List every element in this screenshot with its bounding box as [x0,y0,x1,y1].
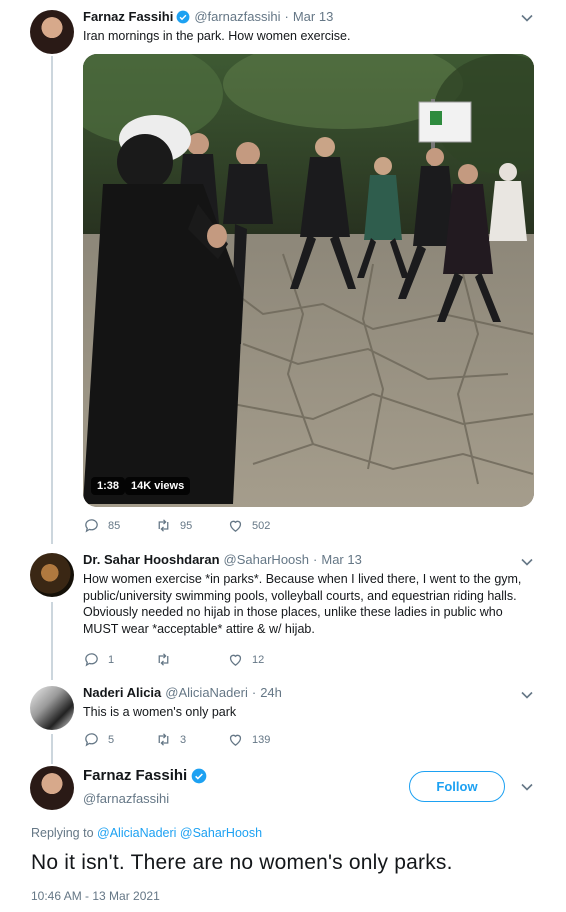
follow-button[interactable]: Follow [409,771,505,802]
retweet-button[interactable] [155,651,227,668]
like-button[interactable]: 12 [227,651,299,668]
tweet-text: This is a women's only park [83,705,237,719]
like-count: 502 [252,519,271,532]
retweet-count: 3 [180,733,187,746]
focused-tweet-text: No it isn't. There are no women's only p… [31,851,453,874]
chevron-down-icon[interactable] [520,688,534,702]
chevron-down-icon[interactable] [520,11,534,25]
avatar[interactable] [30,10,74,54]
author-name[interactable]: Dr. Sahar Hooshdaran [83,552,220,567]
like-icon [229,734,242,746]
video-thumbnail[interactable]: 1:38 14K views [83,54,534,507]
retweet-button[interactable]: 95 [155,517,227,534]
like-icon [229,520,242,532]
video-views: 14K views [125,477,191,495]
tweet-header: Farnaz Fassihi @farnazfassihi · Mar 13 [83,9,333,24]
reply-icon [85,519,98,533]
reply-count: 5 [108,733,115,746]
retweet-button[interactable]: 3 [155,731,227,748]
verified-badge-icon [191,768,207,783]
chevron-down-icon[interactable] [520,780,534,794]
author-handle[interactable]: @farnazfassihi [194,9,280,24]
author-handle[interactable]: @AliciaNaderi [165,685,248,700]
tweet-timestamp[interactable]: 10:46 AM - 13 Mar 2021 [31,889,160,903]
separator: · [284,9,289,24]
tweet-date[interactable]: Mar 13 [321,552,361,567]
tweet-header: Naderi Alicia @AliciaNaderi · 24h [83,685,282,700]
retweet-count: 95 [180,519,193,532]
author-handle[interactable]: @SaharHoosh [224,552,309,567]
like-button[interactable]: 502 [227,517,299,534]
park-scene-image [83,54,534,507]
reply-button[interactable]: 85 [83,517,155,534]
tweet-text: Iran mornings in the park. How women exe… [83,29,351,43]
chevron-down-icon[interactable] [520,555,534,569]
like-count: 139 [252,733,271,746]
reply-count: 85 [108,519,121,532]
thread-line [51,56,53,544]
tweet-actions: 85 95 502 [83,517,299,534]
reply-icon [85,653,98,667]
separator: · [313,552,318,567]
avatar[interactable] [30,553,74,597]
separator: · [251,685,257,700]
like-button[interactable]: 139 [227,731,299,748]
avatar[interactable] [30,766,74,810]
replying-to-link[interactable]: @AliciaNaderi @SaharHoosh [97,826,262,840]
focused-author: Farnaz Fassihi [83,767,207,784]
replying-prefix: Replying to [31,826,94,840]
author-name[interactable]: Naderi Alicia [83,685,161,700]
retweet-icon [158,519,169,532]
author-handle[interactable]: @farnazfassihi [83,791,169,806]
tweet-header: Dr. Sahar Hooshdaran @SaharHoosh · Mar 1… [83,552,362,567]
replying-to: Replying to @AliciaNaderi @SaharHoosh [31,826,262,840]
avatar[interactable] [30,686,74,730]
tweet-date[interactable]: 24h [260,685,282,700]
like-count: 12 [252,653,265,666]
tweet-actions: 1 12 [83,651,299,668]
thread-line [51,734,53,764]
tweet-date[interactable]: Mar 13 [293,9,333,24]
thread-line [51,602,53,680]
author-name[interactable]: Farnaz Fassihi [83,767,187,784]
retweet-icon [158,653,169,666]
reply-button[interactable]: 5 [83,731,155,748]
reply-count: 1 [108,653,115,666]
verified-badge-icon [176,10,190,23]
like-icon [229,654,242,666]
video-duration: 1:38 [91,477,126,495]
reply-button[interactable]: 1 [83,651,155,668]
reply-icon [85,733,98,747]
author-name[interactable]: Farnaz Fassihi [83,9,173,24]
retweet-icon [158,733,169,746]
tweet-text: How women exercise *in parks*. Because w… [83,572,522,636]
tweet-actions: 5 3 139 [83,731,299,748]
